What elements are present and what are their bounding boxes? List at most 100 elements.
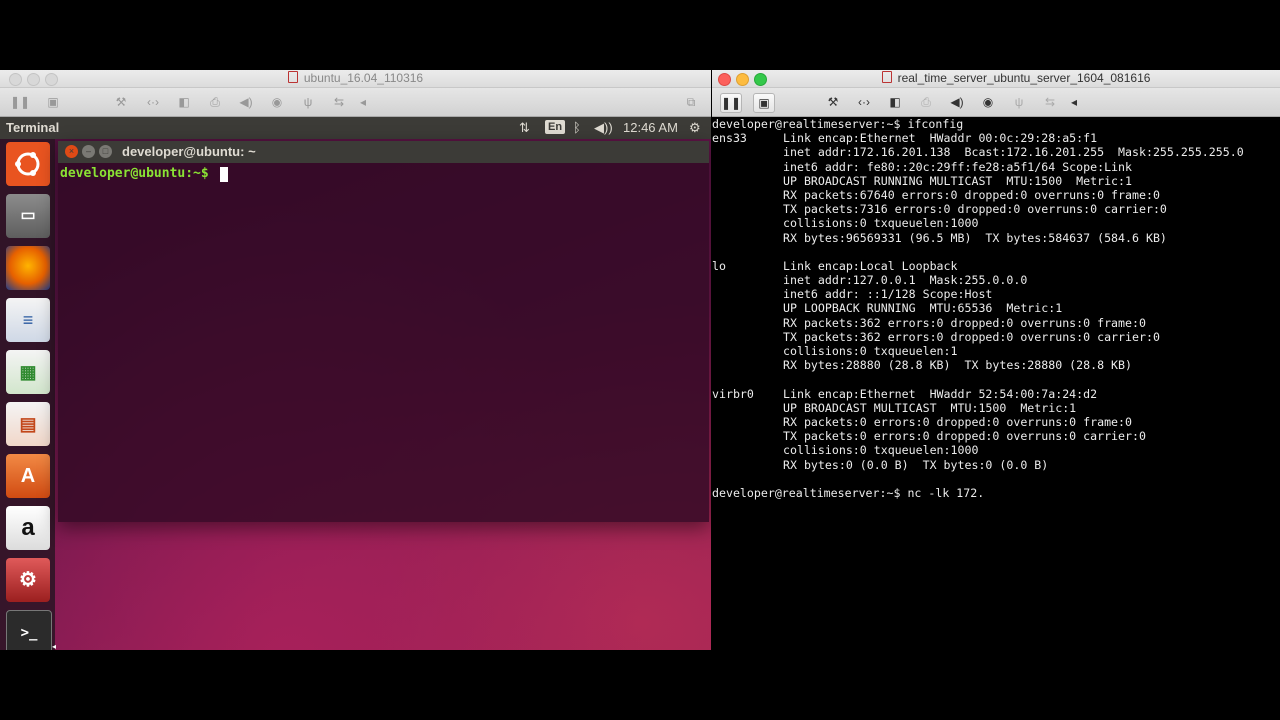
console-text: inet6 addr: ::1/128 Scope:Host [783, 287, 993, 302]
system-settings-icon[interactable]: ⚙ [6, 558, 50, 602]
wrench-icon[interactable]: ⚒ [824, 93, 842, 111]
console-text: Link encap:Local Loopback [783, 258, 958, 273]
camera-icon[interactable]: ◉ [268, 93, 286, 111]
clock[interactable]: 12:46 AM [623, 120, 678, 135]
ubuntu-logo-icon [15, 152, 40, 176]
network-icon[interactable]: ‹·› [144, 93, 162, 111]
pause-icon[interactable]: ❚❚ [720, 93, 742, 113]
console-text: RX packets:0 errors:0 dropped:0 overruns… [783, 414, 1133, 429]
vm-toolbar: ❚❚ ▣ ⚒ ‹·› ◧ ⎙ ◀) ◉ ψ ⇆ ◂ [712, 88, 1280, 117]
snapshot-icon[interactable]: ▣ [753, 93, 775, 113]
console-line: RX packets:67640 errors:0 dropped:0 over… [712, 188, 1280, 202]
ubuntu-desktop: Terminal ⇅ En ᛒ ◀)) 12:46 AM ⚙ ▭ ≡ ▦ ▤ A… [0, 117, 711, 650]
gear-icon[interactable]: ⚙ [689, 120, 701, 136]
snapshot-icon[interactable]: ▣ [44, 93, 62, 111]
usb-icon[interactable]: ψ [299, 93, 317, 111]
console-text: Link encap:Ethernet HWaddr 52:54:00:7a:2… [783, 386, 1098, 401]
impress-icon[interactable]: ▤ [6, 402, 50, 446]
console-text: collisions:0 txqueuelen:1000 [783, 443, 979, 458]
vm-window-ubuntu[interactable]: ubuntu_16.04_110316 ❚❚ ▣ ⚒ ‹·› ◧ ⎙ ◀) ◉ … [0, 70, 711, 650]
console-line: RX bytes:28880 (28.8 KB) TX bytes:28880 … [712, 358, 1280, 372]
network-transfer-icon[interactable]: ⇅ [519, 120, 530, 136]
vm-titlebar[interactable]: ubuntu_16.04_110316 [0, 70, 711, 88]
console-line: developer@realtimeserver:~$ nc -lk 172. [712, 486, 1280, 500]
network-icon[interactable]: ‹·› [855, 93, 873, 111]
disk-icon[interactable]: ◧ [175, 93, 193, 111]
minimize-icon[interactable]: – [82, 145, 95, 158]
amazon-icon[interactable]: a [6, 506, 50, 550]
writer-icon[interactable]: ≡ [6, 298, 50, 342]
window-title: ubuntu_16.04_110316 [0, 71, 711, 85]
terminal-content[interactable]: developer@ubuntu:~$ [58, 163, 709, 522]
firefox-icon[interactable] [6, 246, 50, 290]
sound-icon[interactable]: ◀) [948, 93, 966, 111]
camera-icon[interactable]: ◉ [979, 93, 997, 111]
vm-window-server[interactable]: real_time_server_ubuntu_server_1604_0816… [712, 70, 1280, 650]
console-text: RX bytes:28880 (28.8 KB) TX bytes:28880 … [783, 358, 1133, 373]
terminal-title: developer@ubuntu: ~ [122, 144, 256, 159]
shell-prompt: developer@ubuntu:~$ [60, 166, 217, 181]
usb-icon[interactable]: ψ [1010, 93, 1028, 111]
share-icon[interactable]: ⇆ [1041, 93, 1059, 111]
pause-icon[interactable]: ❚❚ [10, 93, 30, 111]
terminal-titlebar[interactable]: × – □ developer@ubuntu: ~ [58, 141, 709, 163]
console-line: ens33 Link encap:Ethernet HWaddr 00:0c:29… [712, 131, 1280, 145]
keyboard-layout-indicator[interactable]: En [545, 120, 566, 134]
console-line: RX packets:0 errors:0 dropped:0 overruns… [712, 415, 1280, 429]
terminal-window[interactable]: × – □ developer@ubuntu: ~ developer@ubun… [58, 141, 709, 522]
console-text: UP LOOPBACK RUNNING MTU:65536 Metric:1 [783, 301, 1063, 316]
maximize-icon[interactable]: □ [99, 145, 112, 158]
printer-icon[interactable]: ⎙ [917, 93, 935, 111]
console-line: TX packets:7316 errors:0 dropped:0 overr… [712, 202, 1280, 216]
console-line: lo Link encap:Local Loopback [712, 259, 1280, 273]
window-title-text: real_time_server_ubuntu_server_1604_0816… [897, 71, 1151, 85]
console-line: inet addr:172.16.201.138 Bcast:172.16.20… [712, 145, 1280, 159]
vm-titlebar[interactable]: real_time_server_ubuntu_server_1604_0816… [712, 70, 1280, 88]
console-line: TX packets:362 errors:0 dropped:0 overru… [712, 330, 1280, 344]
files-icon[interactable]: ▭ [6, 194, 50, 238]
console-line: UP BROADCAST MULTICAST MTU:1500 Metric:1 [712, 401, 1280, 415]
console-line: RX bytes:96569331 (96.5 MB) TX bytes:584… [712, 231, 1280, 245]
console-line: RX bytes:0 (0.0 B) TX bytes:0 (0.0 B) [712, 458, 1280, 472]
printer-icon[interactable]: ⎙ [206, 93, 224, 111]
software-center-icon[interactable]: A [6, 454, 50, 498]
text-cursor [220, 167, 228, 182]
active-indicator-icon: ◂ [52, 642, 57, 650]
bluetooth-icon[interactable]: ᛒ [573, 120, 581, 135]
console-text: collisions:0 txqueuelen:1 [783, 344, 958, 358]
dash-home-icon[interactable] [6, 142, 50, 186]
console-line: inet6 addr: fe80::20c:29ff:fe28:a5f1/64 … [712, 160, 1280, 174]
interface-name: ens33 [712, 131, 747, 146]
fullscreen-icon[interactable]: ⧉ [682, 93, 700, 111]
close-icon[interactable]: × [65, 145, 78, 158]
wrench-icon[interactable]: ⚒ [112, 93, 130, 111]
share-icon[interactable]: ⇆ [330, 93, 348, 111]
console-line: developer@realtimeserver:~$ ifconfig [712, 117, 1280, 131]
chevron-left-icon[interactable]: ◂ [1065, 93, 1083, 111]
window-title-text: ubuntu_16.04_110316 [303, 71, 424, 85]
active-app-name: Terminal [6, 120, 60, 135]
calc-icon[interactable]: ▦ [6, 350, 50, 394]
document-icon [881, 71, 892, 83]
chevron-left-icon[interactable]: ◂ [354, 93, 372, 111]
server-console[interactable]: developer@realtimeserver:~$ ifconfig ens3… [712, 117, 1280, 650]
console-text: RX bytes:96569331 (96.5 MB) TX bytes:584… [783, 230, 1167, 245]
console-line: inet addr:127.0.0.1 Mask:255.0.0.0 [712, 273, 1280, 287]
console-line: UP LOOPBACK RUNNING MTU:65536 Metric:1 [712, 301, 1280, 315]
disk-icon[interactable]: ◧ [886, 93, 904, 111]
sound-icon[interactable]: ◀) [237, 93, 255, 111]
vm-toolbar: ❚❚ ▣ ⚒ ‹·› ◧ ⎙ ◀) ◉ ψ ⇆ ◂ ⧉ [0, 88, 711, 117]
console-text: UP BROADCAST MULTICAST MTU:1500 Metric:1 [783, 400, 1077, 415]
console-text: Link encap:Ethernet HWaddr 00:0c:29:28:a… [783, 131, 1098, 146]
console-text: inet6 addr: fe80::20c:29ff:fe28:a5f1/64 … [783, 159, 1133, 174]
console-line: collisions:0 txqueuelen:1000 [712, 443, 1280, 457]
volume-icon[interactable]: ◀)) [594, 120, 613, 136]
terminal-icon[interactable]: >_ [6, 610, 52, 650]
console-text: developer@realtimeserver:~$ nc -lk 172. [712, 485, 985, 500]
console-text: TX packets:7316 errors:0 dropped:0 overr… [783, 202, 1167, 217]
console-text: inet addr:172.16.201.138 Bcast:172.16.20… [783, 145, 1244, 160]
console-line: TX packets:0 errors:0 dropped:0 overruns… [712, 429, 1280, 443]
interface-name: lo [712, 258, 726, 273]
